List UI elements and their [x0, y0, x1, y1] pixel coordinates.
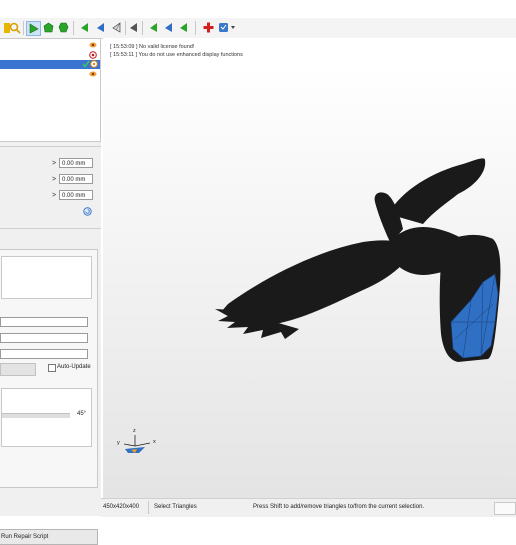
- select-shell-icon[interactable]: [57, 21, 70, 34]
- flag-icon[interactable]: [127, 21, 140, 34]
- info-box: [1, 256, 92, 299]
- green-arrow-left-icon[interactable]: [147, 21, 160, 34]
- x-axis-label: x: [153, 439, 156, 445]
- property-row-y: > 0.00 mm: [0, 174, 100, 188]
- text-field[interactable]: [0, 317, 88, 327]
- bird-model[interactable]: [103, 64, 516, 498]
- angle-value: 45°: [77, 411, 87, 417]
- auto-update-checkbox[interactable]: [48, 364, 56, 372]
- status-progress: [494, 502, 516, 515]
- axis-indicator: z x y: [117, 428, 161, 458]
- selection-panel: Auto-Update 45°: [0, 249, 98, 488]
- expand-arrow[interactable]: >: [52, 160, 56, 167]
- status-dimensions: 450x420x400: [103, 504, 140, 510]
- blue-arrow-icon[interactable]: [94, 21, 107, 34]
- property-row-z: > 0.00 mm: [0, 190, 100, 204]
- log-panel: [ 15:53:09 ] No valid license found! [ 1…: [103, 38, 516, 65]
- orange-eye-icon[interactable]: [89, 41, 97, 51]
- select-triangle-icon[interactable]: [26, 21, 41, 36]
- checkmark-icon[interactable]: [82, 60, 90, 70]
- tree-row[interactable]: [0, 70, 100, 79]
- magnifier-icon[interactable]: [8, 21, 21, 34]
- green-arrow-icon[interactable]: [78, 21, 91, 34]
- blue-arrow-left-icon[interactable]: [162, 21, 175, 34]
- select-surface-icon[interactable]: [42, 21, 55, 34]
- orange-eye-icon[interactable]: [89, 70, 97, 80]
- add-red-cross-icon[interactable]: [202, 21, 215, 34]
- offset-x-field[interactable]: 0.00 mm: [59, 158, 93, 168]
- part-tree[interactable]: [0, 38, 101, 142]
- log-line: [ 15:53:11 ] You do not use enhanced dis…: [110, 52, 243, 58]
- expand-arrow[interactable]: >: [52, 176, 56, 183]
- status-hint: Press Shift to add/remove triangles to/f…: [253, 504, 425, 510]
- main-toolbar: [0, 18, 516, 39]
- script-dropdown-icon[interactable]: [218, 21, 238, 34]
- angle-box: 45°: [1, 388, 92, 447]
- log-line: [ 15:53:09 ] No valid license found!: [110, 44, 195, 50]
- refresh-icon[interactable]: [83, 207, 92, 218]
- expand-arrow[interactable]: >: [52, 192, 56, 199]
- left-panel: > 0.00 mm > 0.00 mm > 0.00 mm Auto-Updat…: [0, 38, 101, 545]
- status-mode: Select Triangles: [154, 504, 197, 510]
- status-bar: 450x420x400 Select Triangles Press Shift…: [101, 498, 516, 517]
- tree-row-selected[interactable]: [0, 60, 100, 69]
- y-axis-label: y: [117, 440, 120, 446]
- tree-row[interactable]: [0, 41, 100, 50]
- action-button[interactable]: [0, 363, 36, 376]
- text-field[interactable]: [0, 333, 88, 343]
- text-field[interactable]: [0, 349, 88, 359]
- property-row-x: > 0.00 mm: [0, 158, 100, 172]
- green-arrow-right-icon[interactable]: [177, 21, 190, 34]
- offset-z-field[interactable]: 0.00 mm: [59, 190, 93, 200]
- offset-y-field[interactable]: 0.00 mm: [59, 174, 93, 184]
- z-axis-label: z: [133, 428, 136, 434]
- target-icon[interactable]: [90, 60, 98, 70]
- run-repair-script-button[interactable]: Run Repair Script: [0, 529, 98, 545]
- auto-update-label: Auto-Update: [57, 364, 91, 370]
- tree-row[interactable]: [0, 51, 100, 60]
- wireframe-triangle-icon[interactable]: [110, 21, 123, 34]
- angle-slider-track[interactable]: [2, 413, 70, 418]
- 3d-viewport[interactable]: z x y: [103, 64, 516, 498]
